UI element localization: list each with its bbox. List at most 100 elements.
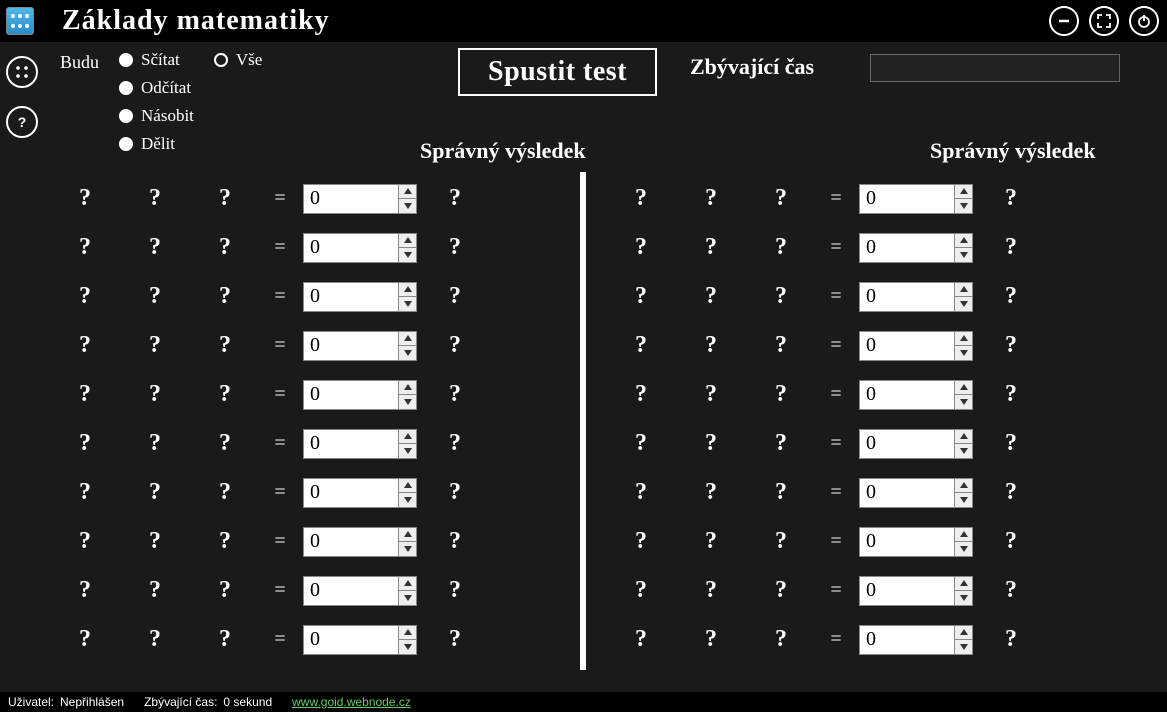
spin-up-button[interactable]: [399, 430, 416, 445]
spin-up-button[interactable]: [399, 577, 416, 592]
spin-up-button[interactable]: [399, 626, 416, 641]
menu-button[interactable]: [6, 56, 38, 88]
spin-up-button[interactable]: [955, 528, 972, 543]
spin-up-button[interactable]: [399, 185, 416, 200]
spin-up-button[interactable]: [955, 234, 972, 249]
answer-input[interactable]: [860, 430, 954, 458]
spin-down-button[interactable]: [955, 199, 972, 213]
answer-input[interactable]: [304, 283, 398, 311]
spin-up-button[interactable]: [399, 283, 416, 298]
answer-spinner[interactable]: [303, 380, 417, 410]
answer-spinner[interactable]: [859, 331, 973, 361]
spin-up-button[interactable]: [955, 332, 972, 347]
answer-input[interactable]: [860, 577, 954, 605]
start-test-button[interactable]: Spustit test: [458, 48, 657, 96]
spin-down-button[interactable]: [399, 248, 416, 262]
answer-spinner[interactable]: [303, 331, 417, 361]
spin-up-button[interactable]: [399, 528, 416, 543]
operand-cell: ?: [50, 381, 120, 408]
spin-up-button[interactable]: [955, 626, 972, 641]
answer-spinner[interactable]: [859, 478, 973, 508]
spin-up-button[interactable]: [955, 577, 972, 592]
result-cell: ?: [420, 283, 490, 310]
result-cell: ?: [976, 332, 1046, 359]
spin-down-button[interactable]: [399, 640, 416, 654]
spin-down-button[interactable]: [955, 395, 972, 409]
radio-delit[interactable]: Dělit: [119, 134, 194, 154]
answer-spinner[interactable]: [303, 233, 417, 263]
answer-input[interactable]: [860, 185, 954, 213]
spin-up-button[interactable]: [399, 234, 416, 249]
radio-scitat[interactable]: Sčítat: [119, 50, 194, 70]
answer-input[interactable]: [304, 528, 398, 556]
spin-down-button[interactable]: [955, 640, 972, 654]
radio-odcitat[interactable]: Odčítat: [119, 78, 194, 98]
answer-spinner[interactable]: [303, 527, 417, 557]
power-button[interactable]: [1129, 6, 1159, 36]
answer-spinner[interactable]: [303, 625, 417, 655]
operand-cell: ?: [190, 577, 260, 604]
answer-input[interactable]: [304, 234, 398, 262]
answer-spinner[interactable]: [303, 429, 417, 459]
fullscreen-button[interactable]: [1089, 6, 1119, 36]
answer-input[interactable]: [304, 332, 398, 360]
answer-input[interactable]: [860, 283, 954, 311]
spin-down-button[interactable]: [955, 542, 972, 556]
status-link[interactable]: www.goid.webnode.cz: [292, 695, 411, 709]
spin-up-button[interactable]: [955, 479, 972, 494]
spin-down-button[interactable]: [399, 493, 416, 507]
spin-up-button[interactable]: [955, 283, 972, 298]
answer-spinner[interactable]: [303, 478, 417, 508]
spin-up-button[interactable]: [399, 332, 416, 347]
spin-down-button[interactable]: [955, 346, 972, 360]
answer-spinner[interactable]: [859, 380, 973, 410]
spin-up-button[interactable]: [399, 479, 416, 494]
operand-cell: ?: [190, 626, 260, 653]
answer-spinner[interactable]: [859, 576, 973, 606]
radio-vse[interactable]: Vše: [214, 50, 262, 70]
spin-down-button[interactable]: [399, 395, 416, 409]
answer-input[interactable]: [304, 381, 398, 409]
radio-nasobit[interactable]: Násobit: [119, 106, 194, 126]
help-button[interactable]: ?: [6, 106, 38, 138]
answer-input[interactable]: [860, 381, 954, 409]
spin-down-button[interactable]: [955, 444, 972, 458]
answer-input[interactable]: [304, 626, 398, 654]
answer-spinner[interactable]: [859, 233, 973, 263]
minimize-button[interactable]: [1049, 6, 1079, 36]
spin-down-button[interactable]: [955, 297, 972, 311]
answer-input[interactable]: [860, 234, 954, 262]
spin-down-button[interactable]: [399, 542, 416, 556]
answer-input[interactable]: [304, 479, 398, 507]
operand-cell: ?: [190, 234, 260, 261]
answer-input[interactable]: [304, 577, 398, 605]
answer-spinner[interactable]: [859, 282, 973, 312]
spin-up-button[interactable]: [955, 381, 972, 396]
spin-up-button[interactable]: [399, 381, 416, 396]
spin-down-button[interactable]: [955, 591, 972, 605]
answer-input[interactable]: [860, 528, 954, 556]
spin-down-button[interactable]: [399, 346, 416, 360]
answer-spinner[interactable]: [303, 184, 417, 214]
answer-input[interactable]: [860, 332, 954, 360]
answer-spinner[interactable]: [859, 527, 973, 557]
answer-input[interactable]: [860, 626, 954, 654]
answer-input[interactable]: [860, 479, 954, 507]
operand-cell: ?: [50, 626, 120, 653]
spin-up-button[interactable]: [955, 185, 972, 200]
spin-down-button[interactable]: [399, 444, 416, 458]
answer-input[interactable]: [304, 430, 398, 458]
spin-down-button[interactable]: [399, 297, 416, 311]
answer-spinner[interactable]: [859, 625, 973, 655]
answer-input[interactable]: [304, 185, 398, 213]
answer-spinner[interactable]: [859, 184, 973, 214]
spin-down-button[interactable]: [955, 493, 972, 507]
spin-down-button[interactable]: [399, 199, 416, 213]
spin-down-button[interactable]: [955, 248, 972, 262]
problem-row: ???=?: [50, 223, 560, 272]
spin-down-button[interactable]: [399, 591, 416, 605]
answer-spinner[interactable]: [859, 429, 973, 459]
spin-up-button[interactable]: [955, 430, 972, 445]
answer-spinner[interactable]: [303, 282, 417, 312]
answer-spinner[interactable]: [303, 576, 417, 606]
